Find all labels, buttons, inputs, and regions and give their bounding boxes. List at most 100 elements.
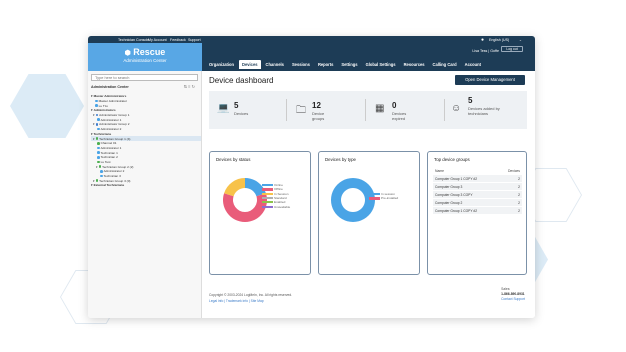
- donut-slice-offline: [223, 193, 267, 222]
- chevron-down-icon: ▾: [91, 94, 93, 99]
- legend-swatch: [369, 197, 380, 200]
- chevron-down-icon: ▾: [93, 178, 95, 183]
- divider: [444, 99, 445, 121]
- tab-global-settings[interactable]: Global Settings: [363, 60, 399, 69]
- language-selector[interactable]: English (US): [489, 38, 509, 42]
- user-status-icon: [95, 123, 99, 126]
- divider: [286, 99, 287, 121]
- top-utility-bar: Technician Console My Account Feedback S…: [88, 36, 535, 43]
- org-tree: ▾ Master Administrators Master Administrat…: [91, 94, 201, 188]
- legend-swatch: [262, 201, 273, 204]
- group-device-count: 2: [518, 200, 520, 205]
- tree-item-label: Administrator 2: [103, 169, 125, 174]
- footer-links[interactable]: Legal info | Trademark info | Site Map: [209, 299, 292, 303]
- type-legend: In session Pre-installed: [369, 192, 398, 201]
- top-link-support[interactable]: Support: [188, 38, 201, 42]
- top-link-technician-console[interactable]: Technician Console: [118, 38, 149, 42]
- logout-button[interactable]: Log out: [501, 46, 523, 52]
- main-header: Lisa Tess | Goffe Log out Organization D…: [202, 43, 535, 71]
- rescue-logo: ⬢ Rescue: [124, 47, 166, 57]
- tree-item-label: Administrator 2: [100, 127, 122, 132]
- summary-number: 5: [468, 96, 473, 105]
- table-row[interactable]: Computer Group 3 COPY 2: [433, 191, 522, 198]
- open-device-management-button[interactable]: Open Device Management: [455, 75, 525, 85]
- group-device-count: 2: [518, 208, 520, 213]
- collapse-icon[interactable]: ≡: [188, 84, 190, 89]
- card-title: Devices by status: [216, 157, 251, 162]
- user-status-icon: [95, 104, 98, 108]
- legend-item: Pre-installed: [369, 196, 398, 200]
- tab-settings[interactable]: Settings: [338, 60, 360, 69]
- tree-item-label: Administrator 1: [100, 145, 122, 150]
- expand-icon[interactable]: ⇅: [184, 84, 187, 89]
- laptop-icon: 💻: [217, 103, 230, 114]
- tab-resources[interactable]: Resources: [401, 60, 428, 69]
- group-device-count: 2: [518, 192, 520, 197]
- tree-tools: ⇅ ≡ ↻: [184, 84, 195, 89]
- tree-item[interactable]: ▾ External Technicians: [91, 183, 201, 188]
- sidebar: Administration Center ⇅ ≡ ↻ ▾Master Admi…: [88, 71, 202, 318]
- chevron-down-icon: ▾: [91, 183, 93, 188]
- user-status-icon: [97, 155, 100, 159]
- table-row[interactable]: Computer Group 1 COPY #2 2: [433, 207, 522, 214]
- tree-item-label: Master Administrators: [93, 94, 127, 99]
- logo-mark-icon: ⬢: [124, 50, 131, 57]
- card-title: Top device groups: [434, 157, 470, 162]
- table-row[interactable]: Computer Group 2 2: [433, 199, 522, 206]
- user-status-icon: [97, 146, 100, 150]
- tree-item-label: Technician 1: [100, 150, 118, 155]
- user-status-icon: [97, 141, 100, 145]
- tree-item-label: Administrator 1: [100, 117, 122, 122]
- divider: [365, 99, 366, 121]
- devices-by-type-card: Devices by type In session Pre-installed: [318, 151, 420, 275]
- legend-swatch: [262, 196, 273, 200]
- tree-item-label: External Technicians: [93, 183, 125, 188]
- tree-title: Administration Center: [91, 85, 129, 89]
- table-row[interactable]: Computer Group 3 2: [433, 183, 522, 190]
- user-status-icon: [97, 118, 100, 122]
- user-status-icon: [97, 151, 100, 154]
- top-link-feedback[interactable]: Feedback: [170, 38, 186, 42]
- summary-number: 5: [234, 101, 239, 110]
- tree-item-label: Technicians: [93, 131, 112, 136]
- refresh-icon[interactable]: ↻: [192, 84, 195, 89]
- devices-by-status-card: Devices by status Online Offline In Sessio…: [209, 151, 311, 275]
- group-device-count: 2: [518, 176, 520, 181]
- tab-calling-card[interactable]: Calling Card: [430, 60, 460, 69]
- top-device-groups-card: Top device groups Name Devices Computer …: [427, 151, 527, 275]
- status-legend: Online Offline In Session Standard Enabled Un…: [262, 183, 290, 209]
- legend-swatch: [262, 192, 273, 195]
- summary-label: Devices expired: [392, 111, 407, 121]
- legend-swatch: [369, 193, 380, 196]
- card-title: Devices by type: [325, 157, 356, 162]
- chevron-down-icon: ▾: [93, 136, 95, 141]
- app-window: Technician Console My Account Feedback S…: [88, 36, 535, 318]
- chevron-down-icon: ⌄: [519, 37, 523, 42]
- folder-icon: 🗀: [296, 105, 306, 116]
- chevron-down-icon: ▾: [93, 113, 95, 118]
- search-input[interactable]: [91, 74, 198, 81]
- table-row[interactable]: Computer Group 1 COPY #2 2: [433, 175, 522, 182]
- legend-item: Unavailable: [262, 204, 290, 209]
- group-name: Computer Group 2: [435, 200, 463, 205]
- summary-number: 12: [312, 101, 321, 110]
- footer: Copyright © 2003-2024 LogMeIn, Inc. All …: [209, 293, 292, 303]
- tab-organization[interactable]: Organization: [206, 60, 237, 69]
- legend-swatch: [262, 184, 273, 187]
- brand-panel: ⬢ Rescue Administration Center: [88, 43, 202, 71]
- sales-contact: Sales: 1-866-890-8931 Contact Support: [501, 287, 525, 302]
- top-link-my-account[interactable]: My Account: [148, 38, 167, 42]
- tree-item-label: Administrators: [93, 108, 116, 113]
- tab-channels[interactable]: Channels: [263, 60, 287, 69]
- contact-support-link[interactable]: Contact Support: [501, 297, 525, 302]
- calendar-icon: ▦: [375, 103, 385, 114]
- tree-item-label: Lu Test: [100, 159, 111, 164]
- tab-reports[interactable]: Reports: [315, 60, 336, 69]
- page-title: Device dashboard: [209, 76, 274, 85]
- user-status-icon: [95, 179, 99, 183]
- user-status-icon: [98, 165, 102, 168]
- tab-account[interactable]: Account: [462, 60, 484, 69]
- tab-sessions[interactable]: Sessions: [289, 60, 313, 69]
- tab-devices[interactable]: Devices: [239, 60, 261, 69]
- summary-label: Devices added by technicians: [468, 106, 500, 116]
